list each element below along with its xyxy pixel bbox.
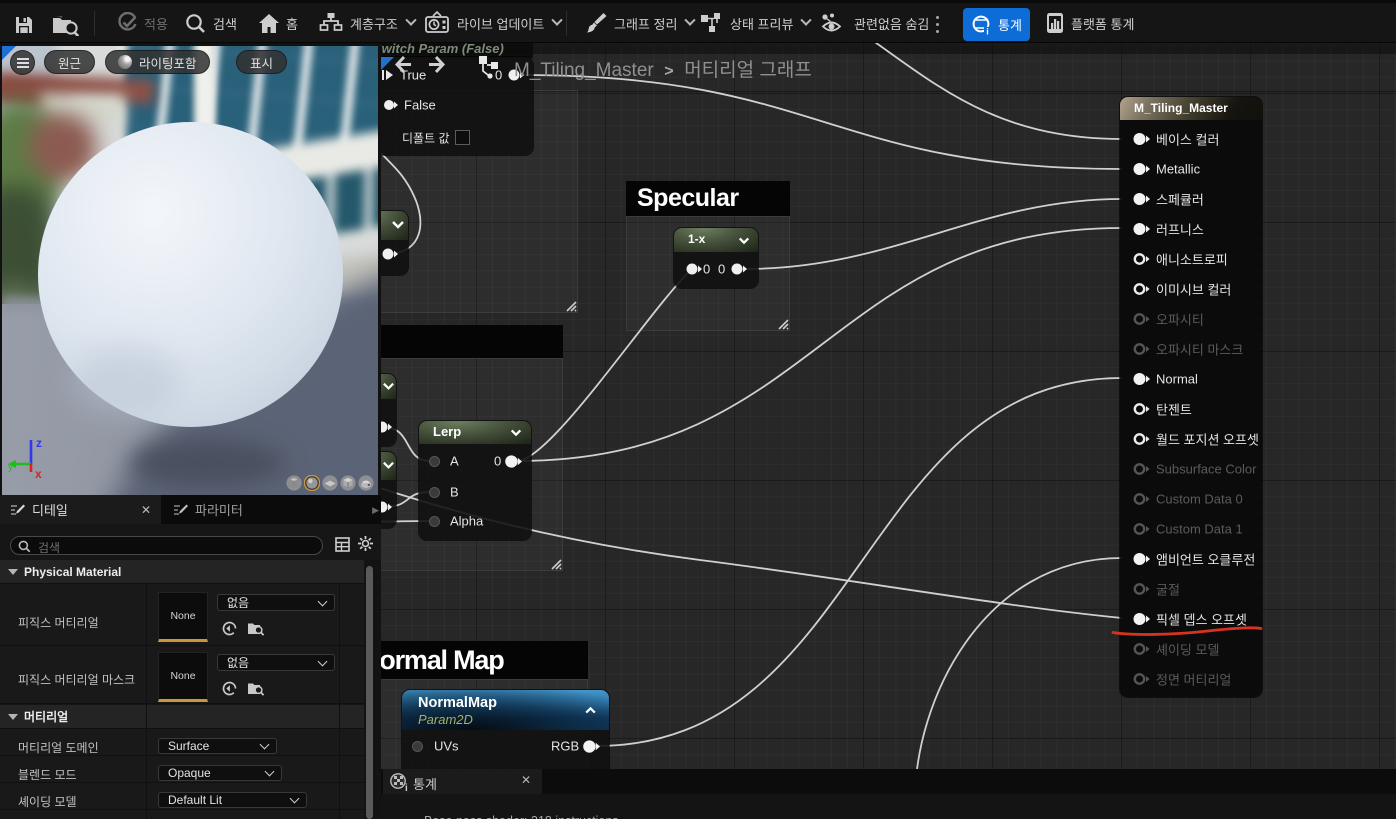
svg-text:z: z (36, 436, 42, 450)
svg-text:i: i (986, 26, 989, 35)
svg-text:y: y (8, 462, 13, 473)
svg-text:i: i (405, 783, 408, 792)
svg-text:x: x (35, 467, 42, 481)
